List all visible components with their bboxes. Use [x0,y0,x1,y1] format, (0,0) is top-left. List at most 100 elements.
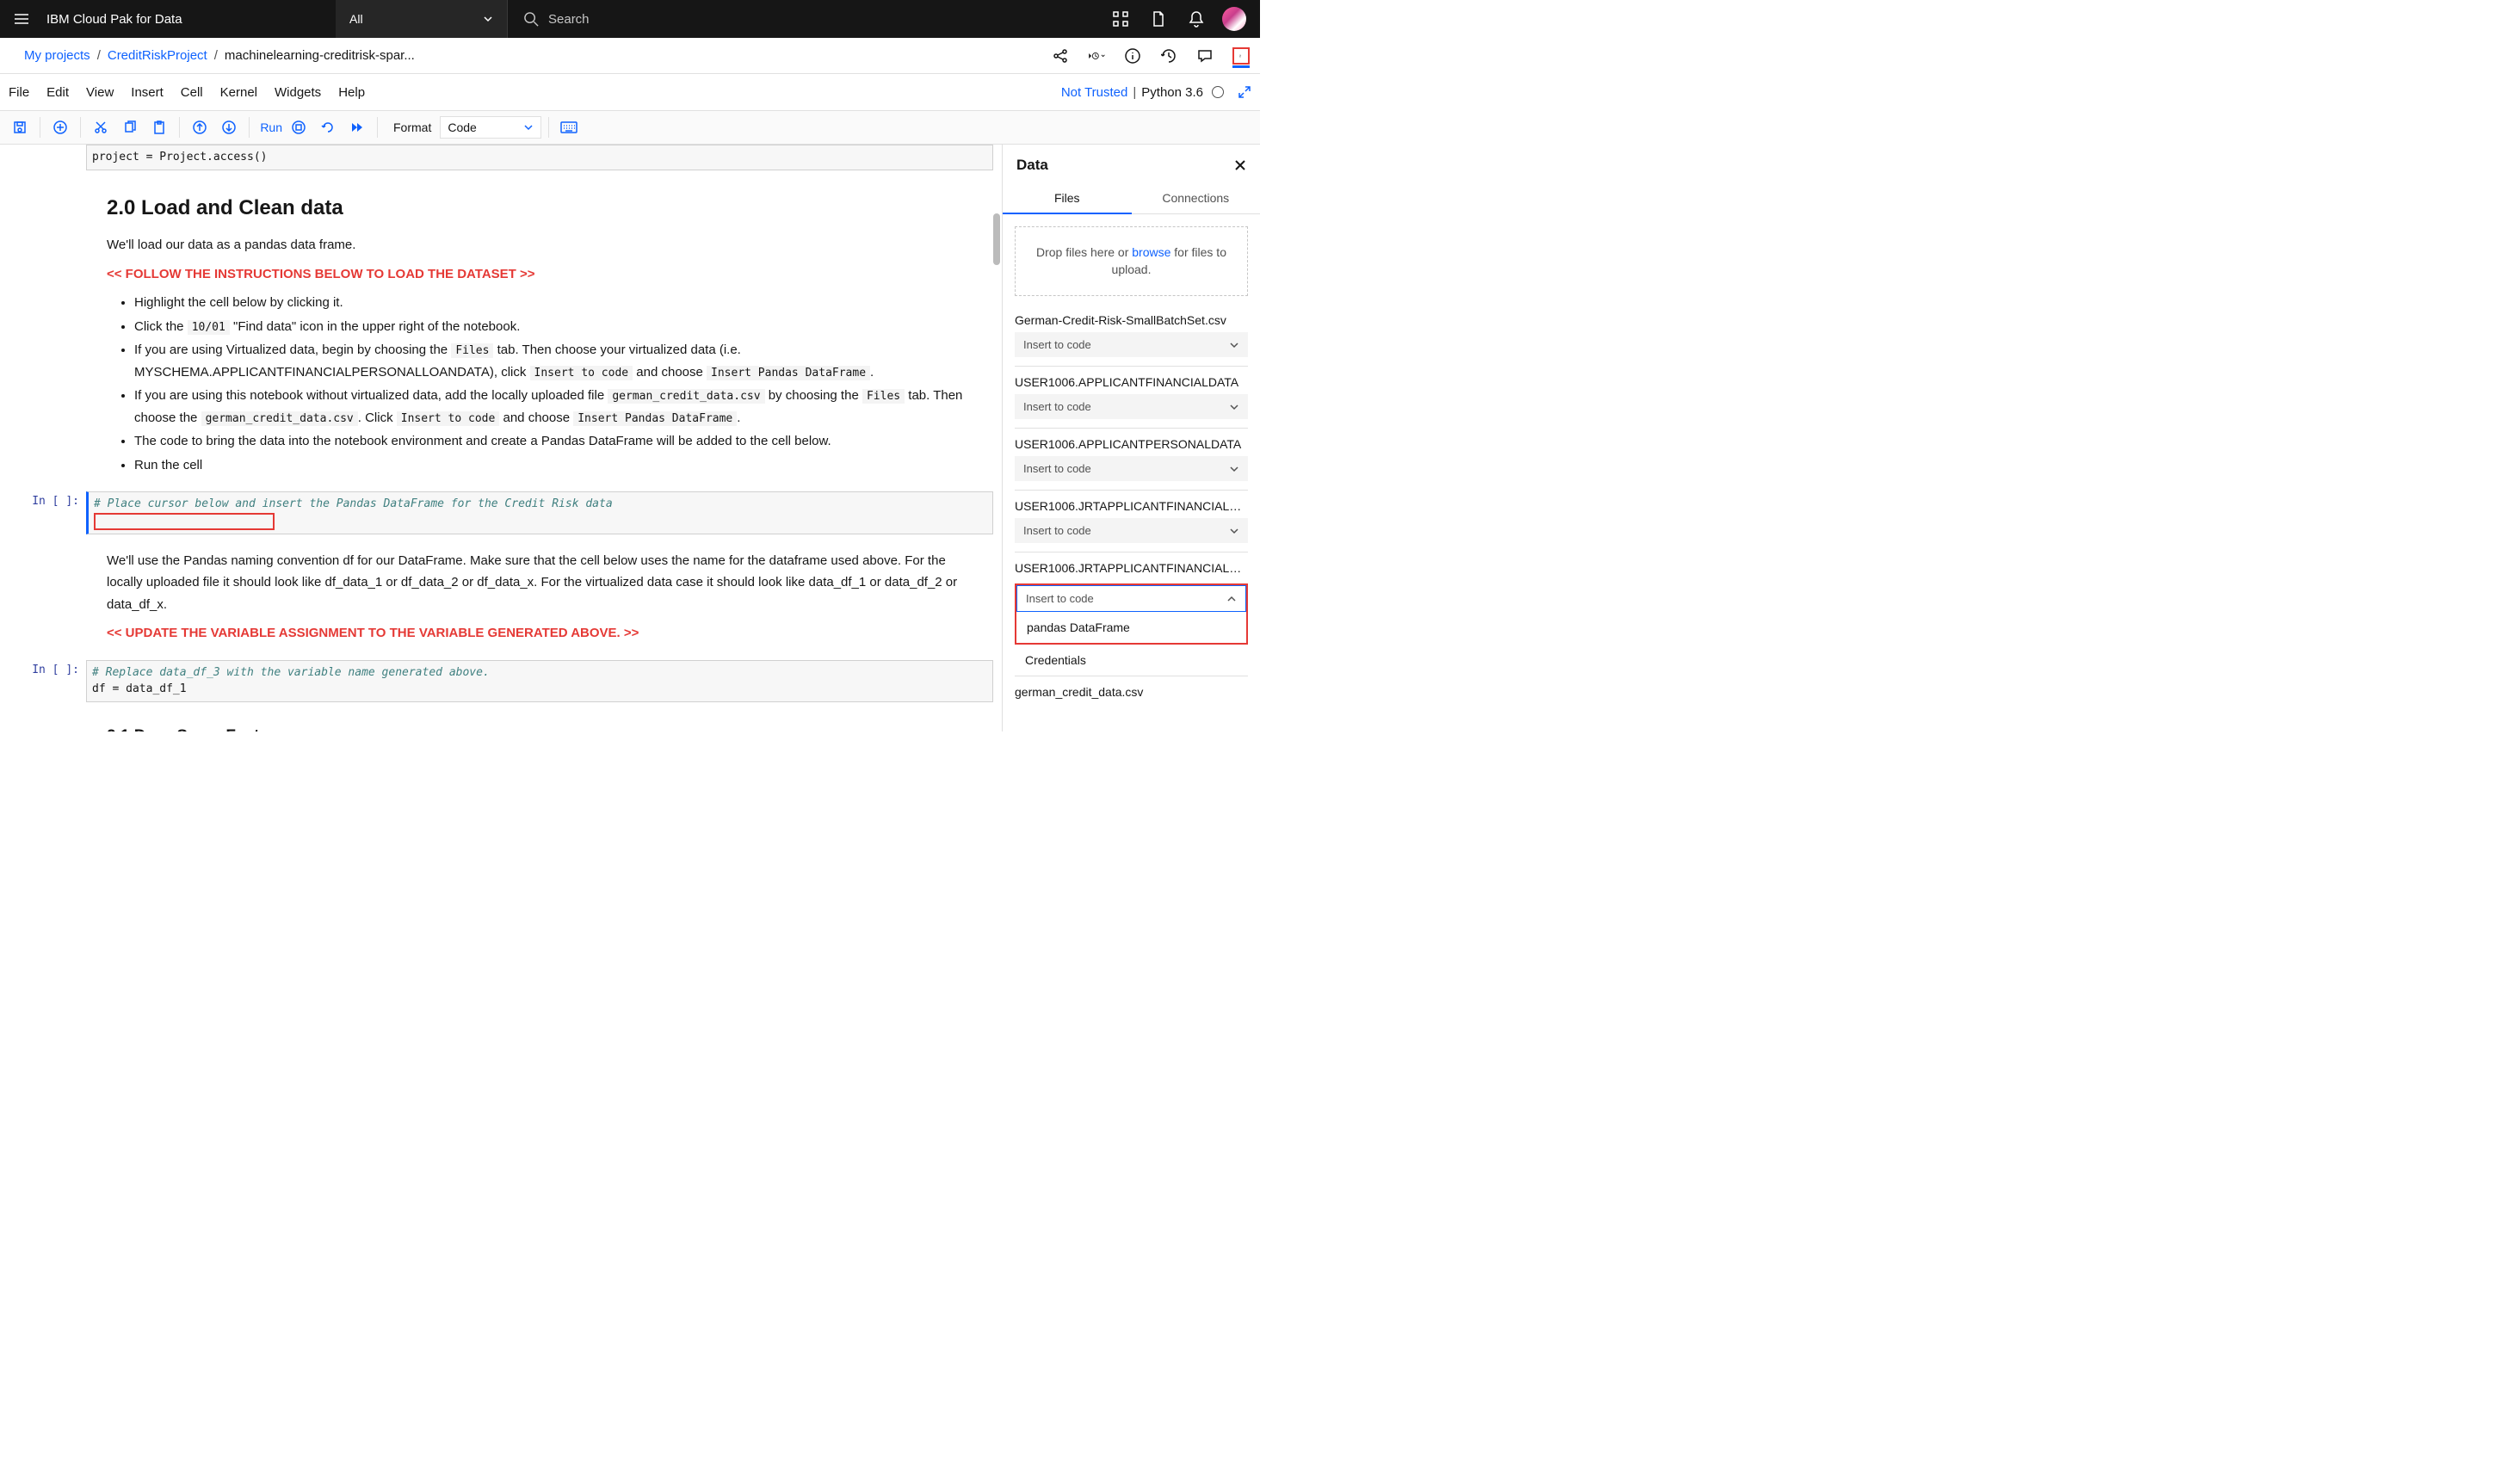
share-button[interactable] [1052,47,1069,65]
breadcrumb-current: machinelearning-creditrisk-spar... [225,48,415,63]
restart-run-all-button[interactable] [344,114,370,140]
cut-button[interactable] [88,114,114,140]
toolbar-separator [249,117,250,138]
list-item: Run the cell [134,454,973,477]
section-heading: 2.1 Drop Some Features [107,723,973,732]
menu-insert[interactable]: Insert [131,85,164,100]
code-input[interactable]: # Replace data_df_3 with the variable na… [86,660,993,702]
run-history-icon [1088,48,1105,64]
code-cell-active[interactable]: In [ ]: # Place cursor below and insert … [9,491,993,534]
doc-icon-button[interactable] [1140,0,1177,38]
menu-widgets[interactable]: Widgets [275,85,321,100]
markdown-cell[interactable]: 2.1 Drop Some Features Some columns are … [9,706,993,732]
apps-icon-button[interactable] [1102,0,1140,38]
tab-files[interactable]: Files [1003,182,1132,213]
markdown-cell[interactable]: 2.0 Load and Clean data We'll load our d… [9,174,993,489]
close-icon[interactable] [1234,159,1246,171]
code-cell[interactable]: In [ ]: # Replace data_df_3 with the var… [9,660,993,702]
run-history-button[interactable] [1088,47,1105,65]
insert-to-code-button[interactable]: Insert to code [1016,585,1246,612]
insert-to-code-button[interactable]: Insert to code [1015,518,1248,543]
chevron-down-icon [1229,464,1239,474]
history-icon [1161,48,1177,64]
notifications-button[interactable] [1177,0,1215,38]
file-name: German-Credit-Risk-SmallBatchSet.csv [1015,313,1248,327]
panel-header: Data [1003,145,1260,182]
menu-view[interactable]: View [86,85,114,100]
search-input[interactable] [548,12,720,27]
kernel-status: Not Trusted | Python 3.6 [1061,85,1251,100]
kernel-name: Python 3.6 [1141,85,1203,100]
chevron-down-icon [1229,340,1239,350]
keyboard-shortcuts-button[interactable] [556,114,582,140]
scope-dropdown-label: All [349,12,363,26]
insert-to-code-button[interactable]: Insert to code [1015,332,1248,357]
menu-cell[interactable]: Cell [181,85,203,100]
copy-button[interactable] [117,114,143,140]
restart-icon [321,120,335,134]
scrollbar-thumb[interactable] [993,213,1000,265]
plus-circle-icon [53,120,67,134]
info-button[interactable] [1124,47,1141,65]
data-panel-button[interactable]: 1001 [1232,47,1250,65]
menu-edit[interactable]: Edit [46,85,69,100]
chevron-down-icon [1229,402,1239,412]
fast-forward-icon [350,120,364,134]
section-heading: 2.0 Load and Clean data [107,191,973,226]
breadcrumb: My projects / CreditRiskProject / machin… [24,48,415,63]
file-name: USER1006.APPLICANTPERSONALDATA [1015,437,1248,451]
scope-dropdown[interactable]: All [336,0,508,38]
markdown-cell[interactable]: We'll use the Pandas naming convention d… [9,538,993,657]
code-input[interactable]: project = Project.access() [86,145,993,170]
cell-type-label: Code [448,120,476,134]
hamburger-menu-button[interactable] [0,10,43,28]
menu-help[interactable]: Help [338,85,365,100]
insert-to-code-button[interactable]: Insert to code [1015,456,1248,481]
menu-items: File Edit View Insert Cell Kernel Widget… [9,85,365,100]
paragraph: We'll use the Pandas naming convention d… [107,550,973,616]
panel-tabs: Files Connections [1003,182,1260,214]
tab-connections[interactable]: Connections [1132,182,1261,213]
bell-icon [1189,10,1204,28]
toolbar-separator [548,117,549,138]
cell-prompt: In [ ]: [9,660,86,702]
file-list: German-Credit-Risk-SmallBatchSet.csv Ins… [1003,305,1260,704]
history-button[interactable] [1160,47,1177,65]
code-input[interactable]: # Place cursor below and insert the Pand… [86,491,993,534]
apps-icon [1113,11,1128,27]
move-down-button[interactable] [216,114,242,140]
breadcrumb-root[interactable]: My projects [24,48,90,63]
stop-button[interactable] [286,114,312,140]
share-icon [1053,48,1068,64]
restart-button[interactable] [315,114,341,140]
breadcrumb-project[interactable]: CreditRiskProject [108,48,207,63]
paste-button[interactable] [146,114,172,140]
paste-icon [152,120,166,134]
not-trusted-label[interactable]: Not Trusted [1061,85,1128,100]
chevron-down-icon [1229,526,1239,536]
insert-option-pandas[interactable]: pandas DataFrame [1016,612,1246,643]
save-button[interactable] [7,114,33,140]
data-binary-icon: 1001 [1239,49,1243,63]
insert-to-code-button[interactable]: Insert to code [1015,394,1248,419]
file-name: USER1006.JRTAPPLICANTFINANCIALPERS [1015,561,1248,575]
drop-zone[interactable]: Drop files here or browse for files to u… [1015,226,1248,296]
cut-icon [94,120,108,134]
toolbar: Run Format Code [0,110,1260,145]
svg-text:10: 10 [1239,54,1241,56]
cell-prompt: In [ ]: [9,491,86,534]
avatar-button[interactable] [1215,0,1253,38]
move-up-button[interactable] [187,114,213,140]
comment-button[interactable] [1196,47,1214,65]
browse-link[interactable]: browse [1132,245,1170,259]
cell-type-select[interactable]: Code [440,116,541,139]
markdown-body: 2.0 Load and Clean data We'll load our d… [86,174,993,489]
add-cell-button[interactable] [47,114,73,140]
menu-kernel[interactable]: Kernel [220,85,257,100]
run-button[interactable]: Run [256,114,282,140]
menu-file[interactable]: File [9,85,29,100]
expand-icon[interactable] [1238,85,1251,99]
notebook-area[interactable]: project = Project.access() 2.0 Load and … [0,145,1002,732]
code-cell[interactable]: project = Project.access() [9,145,993,170]
insert-option-credentials[interactable]: Credentials [1015,645,1248,676]
